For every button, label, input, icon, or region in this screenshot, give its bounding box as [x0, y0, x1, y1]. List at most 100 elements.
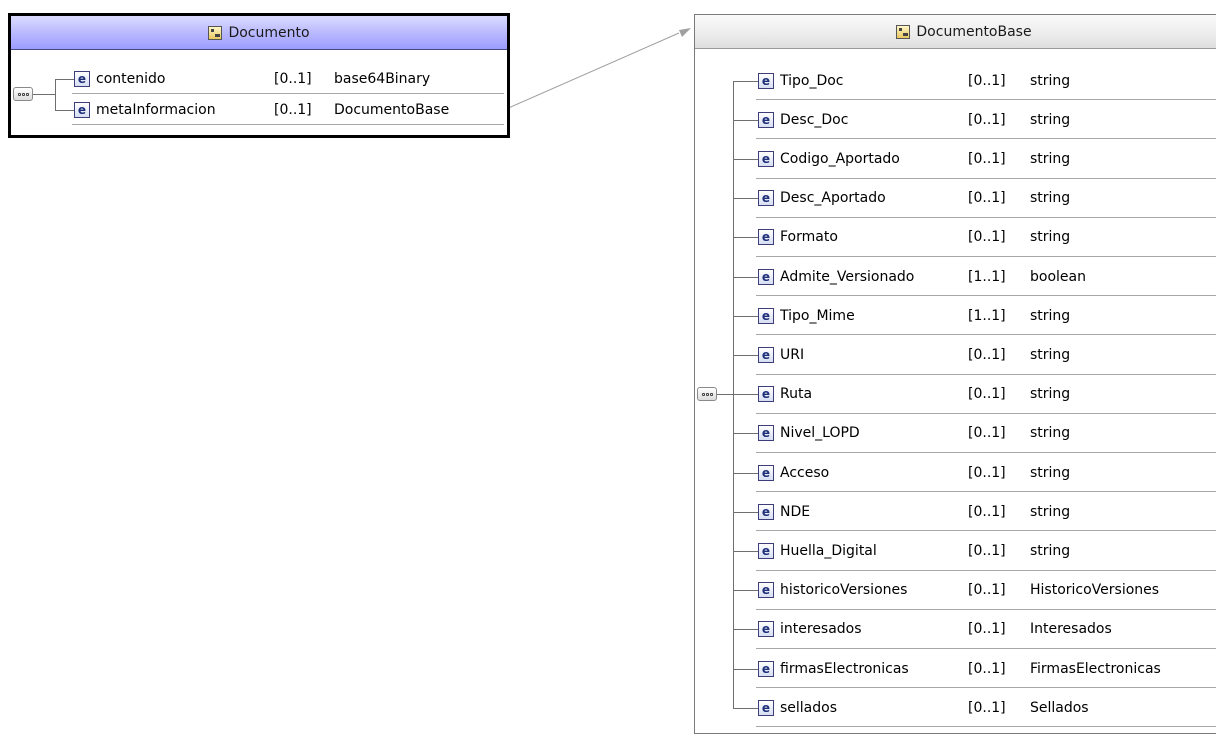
row-separator	[756, 687, 1216, 689]
element-name: Desc_Aportado	[780, 190, 886, 207]
element-cardinality: [0..1]	[968, 190, 1006, 207]
element-cardinality: [0..1]	[968, 582, 1006, 599]
element-branch-line	[733, 668, 758, 670]
row-separator	[756, 412, 1216, 414]
element-row[interactable]: e Formato [0..1] string	[758, 227, 1216, 253]
element-row[interactable]: e contenido [0..1] base64Binary	[74, 69, 504, 95]
element-name: Ruta	[780, 386, 813, 403]
element-row[interactable]: e Codigo_Aportado [0..1] string	[758, 149, 1216, 175]
element-cardinality: [0..1]	[968, 425, 1006, 442]
element-type: string	[1030, 503, 1071, 520]
element-type: string	[1030, 425, 1071, 442]
element-row[interactable]: e Nivel_LOPD [0..1] string	[758, 423, 1216, 449]
row-separator	[756, 569, 1216, 571]
element-row[interactable]: e Acceso [0..1] string	[758, 463, 1216, 489]
element-icon: e	[758, 190, 774, 207]
element-cardinality: [0..1]	[968, 503, 1006, 520]
element-cardinality: [0..1]	[968, 229, 1006, 246]
row-separator	[72, 124, 504, 125]
element-row[interactable]: e Huella_Digital [0..1] string	[758, 541, 1216, 567]
row-separator	[756, 295, 1216, 297]
element-row[interactable]: e Admite_Versionado [1..1] boolean	[758, 267, 1216, 293]
element-type: boolean	[1030, 268, 1086, 285]
element-icon: e	[74, 70, 90, 87]
element-type: string	[1030, 111, 1071, 128]
element-icon: e	[758, 347, 774, 363]
element-name: Tipo_Mime	[780, 307, 855, 324]
element-row[interactable]: e interesados [0..1] Interesados	[758, 619, 1216, 645]
element-name: NDE	[780, 503, 811, 520]
element-type: base64Binary	[334, 70, 431, 87]
element-name: interesados	[780, 621, 862, 638]
element-row[interactable]: e historicoVersiones [0..1] HistoricoVersio…	[758, 580, 1216, 606]
sequence-trunk-line	[55, 78, 56, 110]
element-icon: e	[758, 111, 774, 128]
element-icon: e	[758, 543, 774, 559]
row-separator	[756, 726, 1216, 728]
element-cardinality: [0..1]	[968, 72, 1006, 89]
element-cardinality: [0..1]	[968, 111, 1006, 128]
element-type: DocumentoBase	[334, 101, 450, 118]
element-row[interactable]: e Desc_Aportado [0..1] string	[758, 188, 1216, 214]
documentobase-complex-type[interactable]: DocumentoBase e Tipo_Doc [0..1] string e Desc…	[694, 14, 1216, 734]
documento-title: Documento	[228, 24, 310, 41]
element-type: string	[1030, 229, 1071, 246]
element-name: URI	[780, 347, 805, 363]
element-row[interactable]: e URI [0..1] string	[758, 345, 1216, 371]
element-branch-line	[733, 80, 758, 82]
row-separator	[756, 608, 1216, 610]
row-separator	[756, 216, 1216, 218]
element-row[interactable]: e Desc_Doc [0..1] string	[758, 110, 1216, 136]
element-icon: e	[74, 101, 90, 118]
element-branch-line	[733, 472, 758, 474]
element-cardinality: [1..1]	[968, 268, 1006, 285]
element-branch-line	[55, 78, 74, 80]
element-branch-line	[733, 433, 758, 435]
element-row[interactable]: e Tipo_Mime [1..1] string	[758, 306, 1216, 332]
row-separator	[756, 530, 1216, 532]
element-type: string	[1030, 386, 1071, 403]
sequence-icon[interactable]	[13, 87, 33, 101]
element-type: string	[1030, 151, 1071, 167]
element-type: string	[1030, 543, 1071, 559]
documento-complex-type[interactable]: Documento e contenido [0..1] base64Binary e m…	[8, 13, 510, 138]
element-icon: e	[758, 464, 774, 481]
element-name: Nivel_LOPD	[780, 425, 860, 442]
row-separator	[756, 648, 1216, 649]
element-icon: e	[758, 386, 774, 403]
element-cardinality: [1..1]	[968, 307, 1006, 324]
element-row[interactable]: e firmasElectronicas [0..1] FirmasElectroni…	[758, 659, 1216, 685]
element-icon: e	[758, 229, 774, 246]
documento-header: Documento	[11, 16, 507, 50]
element-cardinality: [0..1]	[274, 70, 312, 87]
row-separator	[756, 177, 1216, 179]
element-branch-line	[733, 237, 758, 239]
sequence-icon[interactable]	[697, 387, 717, 402]
row-separator	[72, 93, 504, 94]
element-row[interactable]: e NDE [0..1] string	[758, 502, 1216, 528]
element-cardinality: [0..1]	[968, 386, 1006, 403]
element-name: sellados	[780, 699, 838, 716]
row-separator	[756, 373, 1216, 375]
element-branch-line	[733, 511, 758, 513]
element-icon: e	[758, 699, 774, 716]
element-name: firmasElectronicas	[780, 660, 909, 677]
element-name: historicoVersiones	[780, 582, 908, 599]
element-row[interactable]: e metaInformacion [0..1] DocumentoBase	[74, 100, 504, 126]
element-cardinality: [0..1]	[274, 101, 312, 118]
element-row[interactable]: e Ruta [0..1] string	[758, 384, 1216, 410]
element-icon: e	[758, 621, 774, 638]
element-icon: e	[758, 307, 774, 324]
element-row[interactable]: e Tipo_Doc [0..1] string	[758, 71, 1216, 97]
element-icon: e	[758, 268, 774, 285]
element-cardinality: [0..1]	[968, 347, 1006, 363]
row-separator	[756, 334, 1216, 336]
element-branch-line	[733, 629, 758, 631]
row-separator	[756, 99, 1216, 101]
element-icon: e	[758, 503, 774, 520]
element-cardinality: [0..1]	[968, 464, 1006, 481]
element-cardinality: [0..1]	[968, 660, 1006, 677]
element-icon: e	[758, 660, 774, 677]
sequence-stub-line	[717, 394, 733, 396]
element-branch-line	[733, 159, 758, 160]
